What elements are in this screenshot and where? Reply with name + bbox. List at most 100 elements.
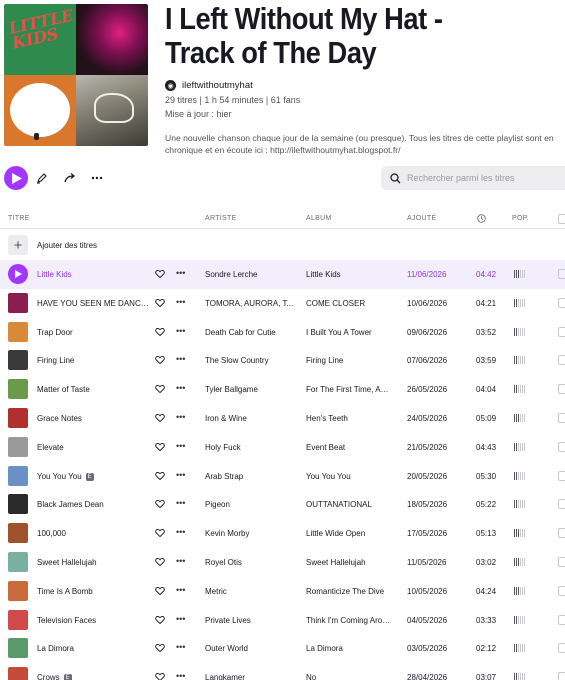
track-more-icon[interactable]: •••	[176, 412, 185, 422]
track-row[interactable]: Firing Line ••• The Slow Country Firing Lin…	[0, 346, 565, 375]
track-row[interactable]: Grace Notes ••• Iron & Wine Hen's Teeth 24/0…	[0, 404, 565, 433]
track-artist[interactable]: Iron & Wine	[205, 414, 297, 423]
col-popularity[interactable]: POP.	[512, 215, 529, 222]
track-checkbox[interactable]	[558, 297, 565, 308]
track-album[interactable]: Romanticize The Dive	[306, 587, 391, 596]
track-row[interactable]: Television Faces ••• Private Lives Think I'…	[0, 606, 565, 635]
track-artist[interactable]: Private Lives	[205, 616, 297, 625]
track-checkbox[interactable]	[558, 470, 565, 481]
track-album[interactable]: OUTTANATIONAL	[306, 500, 391, 509]
track-row[interactable]: Little Kids ••• Sondre Lerche Little Kids 11…	[0, 260, 565, 289]
col-added[interactable]: AJOUTÉ	[407, 215, 436, 222]
track-artist[interactable]: Holy Fuck	[205, 443, 297, 452]
track-title[interactable]: You You You E	[37, 472, 152, 481]
heart-icon[interactable]	[155, 269, 165, 279]
track-album[interactable]: Event Beat	[306, 443, 391, 452]
track-checkbox[interactable]	[558, 269, 565, 279]
track-row[interactable]: Elevate ••• Holy Fuck Event Beat 21/05/2026 0…	[0, 433, 565, 462]
track-more-icon[interactable]: •••	[176, 498, 185, 508]
col-artist[interactable]: ARTISTE	[205, 215, 237, 222]
search-box[interactable]	[381, 166, 565, 190]
track-artist[interactable]: Tyler Ballgame	[205, 385, 297, 394]
col-title[interactable]: TITRE	[8, 215, 30, 222]
track-title[interactable]: Time Is A Bomb	[37, 587, 152, 596]
share-button[interactable]	[63, 171, 77, 185]
track-album[interactable]: No	[306, 673, 391, 680]
track-checkbox[interactable]	[558, 557, 565, 567]
heart-icon[interactable]	[155, 672, 165, 680]
track-album[interactable]: I Built You A Tower	[306, 328, 391, 337]
track-artist[interactable]: Pigeon	[205, 500, 297, 509]
track-artist[interactable]: Langkamer	[205, 673, 297, 680]
track-checkbox[interactable]	[558, 355, 565, 366]
track-artist[interactable]: Royel Otis	[205, 558, 297, 567]
track-checkbox[interactable]	[558, 614, 565, 625]
track-row[interactable]: Trap Door ••• Death Cab for Cutie I Built Y…	[0, 318, 565, 347]
track-title[interactable]: Elevate	[37, 443, 152, 452]
add-tracks-row[interactable]: + Ajouter des titres	[0, 231, 565, 259]
track-more-icon[interactable]: •••	[176, 326, 185, 336]
track-row[interactable]: Matter of Taste ••• Tyler Ballgame For The …	[0, 375, 565, 404]
track-more-icon[interactable]: •••	[176, 354, 185, 364]
edit-button[interactable]	[35, 171, 49, 185]
track-artist[interactable]: Metric	[205, 587, 297, 596]
track-album[interactable]: Sweet Hallelujah	[306, 558, 391, 567]
track-row[interactable]: HAVE YOU SEEN ME DANCE A... ••• TOMORA, AU…	[0, 289, 565, 318]
track-title[interactable]: Grace Notes	[37, 414, 152, 423]
heart-icon[interactable]	[155, 327, 165, 337]
track-artist[interactable]: TOMORA, AURORA, T...	[205, 299, 297, 308]
track-more-icon[interactable]: •••	[176, 556, 185, 566]
track-more-icon[interactable]: •••	[176, 441, 185, 451]
track-album[interactable]: You You You	[306, 472, 391, 481]
track-row[interactable]: 100,000 ••• Kevin Morby Little Wide Open 17/…	[0, 519, 565, 548]
track-more-icon[interactable]: •••	[176, 268, 185, 278]
track-row[interactable]: You You You E ••• Arab Strap You You You 20/0…	[0, 462, 565, 491]
track-more-icon[interactable]: •••	[176, 642, 185, 652]
track-row[interactable]: Black James Dean ••• Pigeon OUTTANATIONAL 18…	[0, 490, 565, 519]
track-album[interactable]: For The First Time, Ag...	[306, 385, 391, 394]
track-more-icon[interactable]: •••	[176, 585, 185, 595]
track-more-icon[interactable]: •••	[176, 297, 185, 307]
search-input[interactable]	[407, 173, 565, 183]
track-album[interactable]: Little Kids	[306, 270, 391, 279]
select-all-checkbox[interactable]	[558, 214, 565, 224]
track-checkbox[interactable]	[558, 326, 565, 337]
track-row[interactable]: Sweet Hallelujah ••• Royel Otis Sweet Halle…	[0, 548, 565, 577]
track-title[interactable]: Trap Door	[37, 328, 152, 337]
heart-icon[interactable]	[155, 384, 165, 394]
track-checkbox[interactable]	[558, 528, 565, 539]
track-album[interactable]: La Dimora	[306, 644, 391, 653]
track-row[interactable]: Crows E ••• Langkamer No 28/04/2026 03:07	[0, 663, 565, 680]
track-checkbox[interactable]	[558, 413, 565, 423]
track-album[interactable]: Firing Line	[306, 356, 391, 365]
track-album[interactable]: Think I'm Coming Arou...	[306, 616, 391, 625]
track-title[interactable]: Sweet Hallelujah	[37, 558, 152, 567]
playlist-owner[interactable]: ◉ ileftwithoutmyhat	[165, 80, 253, 91]
heart-icon[interactable]	[155, 586, 165, 596]
track-checkbox[interactable]	[558, 499, 565, 510]
track-title[interactable]: Little Kids	[37, 270, 152, 279]
heart-icon[interactable]	[155, 298, 165, 308]
col-duration[interactable]	[477, 214, 486, 225]
track-checkbox[interactable]	[558, 585, 565, 596]
track-album[interactable]: Little Wide Open	[306, 529, 391, 538]
heart-icon[interactable]	[155, 355, 165, 365]
track-row[interactable]: Time Is A Bomb ••• Metric Romanticize The D…	[0, 577, 565, 606]
heart-icon[interactable]	[155, 615, 165, 625]
heart-icon[interactable]	[155, 499, 165, 509]
track-artist[interactable]: Outer World	[205, 644, 297, 653]
track-checkbox[interactable]	[558, 672, 565, 680]
track-checkbox[interactable]	[558, 384, 565, 395]
track-album[interactable]: Hen's Teeth	[306, 414, 391, 423]
track-more-icon[interactable]: •••	[176, 383, 185, 393]
heart-icon[interactable]	[155, 557, 165, 567]
track-artist[interactable]: Arab Strap	[205, 472, 297, 481]
track-title[interactable]: Black James Dean	[37, 500, 152, 509]
track-more-icon[interactable]: •••	[176, 614, 185, 624]
heart-icon[interactable]	[155, 442, 165, 452]
track-title[interactable]: HAVE YOU SEEN ME DANCE A...	[37, 299, 152, 308]
track-row[interactable]: La Dimora ••• Outer World La Dimora 03/05/20…	[0, 634, 565, 663]
more-options-button[interactable]	[90, 171, 104, 185]
track-artist[interactable]: The Slow Country	[205, 356, 297, 365]
track-artist[interactable]: Kevin Morby	[205, 529, 297, 538]
